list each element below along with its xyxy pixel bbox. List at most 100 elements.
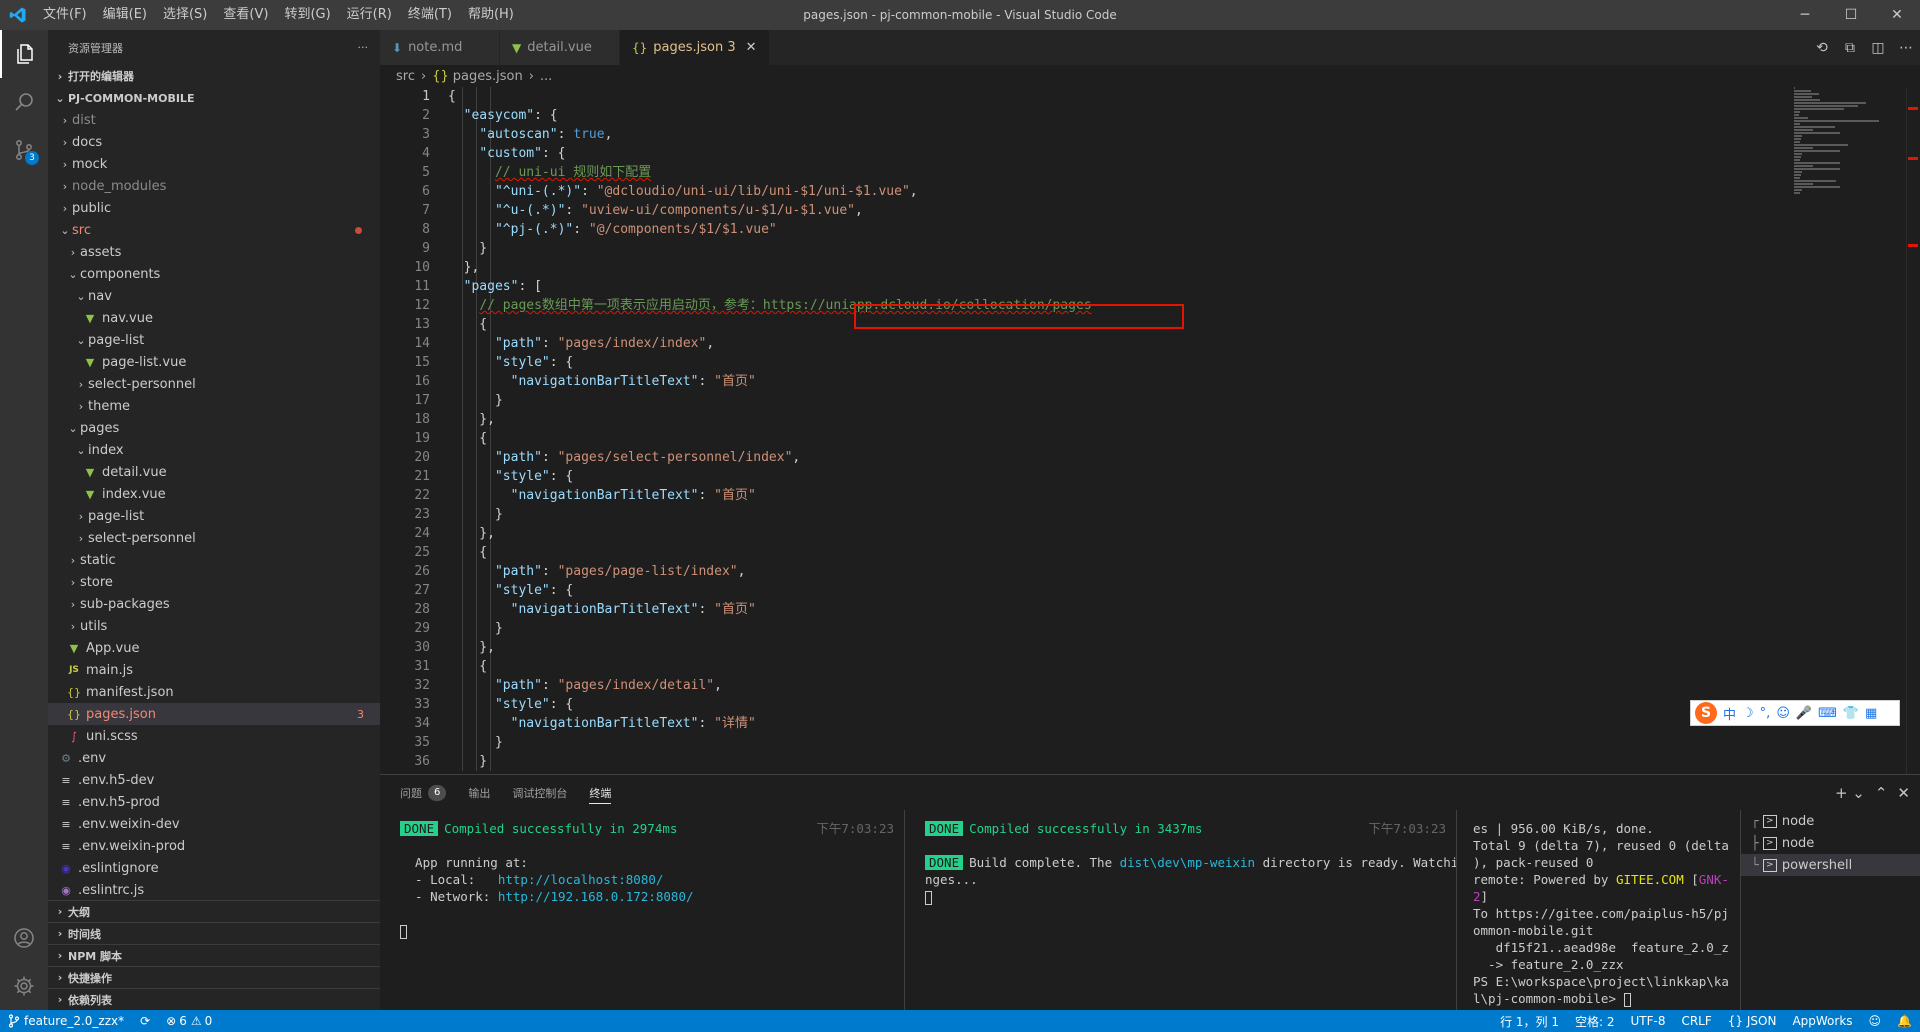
code-line[interactable]: "style": {: [448, 467, 1790, 486]
code-line[interactable]: "navigationBarTitleText": "首页": [448, 372, 1790, 391]
code-line[interactable]: {: [448, 657, 1790, 676]
explorer-activity[interactable]: [0, 30, 48, 78]
tree-folder[interactable]: › assets: [48, 241, 380, 263]
sidebar-section[interactable]: › 时间线: [48, 922, 380, 944]
tree-folder[interactable]: ⌄ nav: [48, 285, 380, 307]
tab-problems[interactable]: 问题 6: [400, 775, 447, 810]
tree-folder[interactable]: › mock: [48, 153, 380, 175]
tree-file[interactable]: {} pages.json 3: [48, 703, 380, 725]
code-line[interactable]: "easycom": {: [448, 106, 1790, 125]
code-line[interactable]: {: [448, 87, 1790, 106]
local-url-link[interactable]: http://localhost:8080/: [498, 872, 664, 887]
tree-file[interactable]: ≡ .env.weixin-dev: [48, 813, 380, 835]
source-control-activity[interactable]: 3: [0, 126, 48, 174]
code-line[interactable]: "^uni-(.*)": "@dcloudio/uni-ui/lib/uni-$…: [448, 182, 1790, 201]
close-panel-button[interactable]: ✕: [1897, 784, 1910, 802]
notifications-bell-icon[interactable]: 🔔: [1889, 1010, 1920, 1032]
terminal-list-item[interactable]: ├ > node: [1741, 832, 1920, 854]
terminal-list-item[interactable]: ┌ > node: [1741, 810, 1920, 832]
search-activity[interactable]: [0, 78, 48, 126]
code-area[interactable]: { "easycom": { "autoscan": true, "custom…: [448, 87, 1790, 771]
menu-item[interactable]: 文件(F): [35, 0, 95, 30]
more-actions-icon[interactable]: ⋯: [1892, 40, 1920, 56]
menu-item[interactable]: 转到(G): [276, 0, 338, 30]
code-line[interactable]: "style": {: [448, 581, 1790, 600]
code-line[interactable]: "path": "pages/index/detail",: [448, 676, 1790, 695]
tree-file[interactable]: ▼ index.vue: [48, 483, 380, 505]
code-line[interactable]: }: [448, 733, 1790, 752]
sogou-logo-icon[interactable]: S: [1695, 702, 1717, 724]
tree-folder[interactable]: ⌄ index: [48, 439, 380, 461]
indentation[interactable]: 空格: 2: [1567, 1010, 1623, 1032]
accounts-activity[interactable]: [0, 914, 48, 962]
tree-folder[interactable]: › static: [48, 549, 380, 571]
close-window-button[interactable]: ✕: [1874, 0, 1920, 30]
tree-folder[interactable]: ⌄ pages: [48, 417, 380, 439]
close-icon[interactable]: ✕: [746, 40, 757, 55]
tree-folder[interactable]: › utils: [48, 615, 380, 637]
tree-file[interactable]: ▼ nav.vue: [48, 307, 380, 329]
tree-folder[interactable]: › store: [48, 571, 380, 593]
terminal-list-item[interactable]: └ > powershell: [1741, 854, 1920, 876]
menu-item[interactable]: 编辑(E): [95, 0, 155, 30]
maximize-panel-button[interactable]: ⌃: [1875, 784, 1888, 802]
tree-file[interactable]: ∫ uni.scss: [48, 725, 380, 747]
open-editors-section[interactable]: › 打开的编辑器: [48, 65, 380, 87]
menu-item[interactable]: 帮助(H): [460, 0, 522, 30]
tree-folder[interactable]: › select-personnel: [48, 373, 380, 395]
tree-file[interactable]: JS main.js: [48, 659, 380, 681]
network-url-link[interactable]: http://192.168.0.172:8080/: [498, 889, 694, 904]
emoji-icon[interactable]: ☺: [1776, 706, 1790, 721]
sidebar-section[interactable]: › 依赖列表: [48, 988, 380, 1010]
terminal-pane-3[interactable]: es | 956.00 KiB/s, done. Total 9 (delta …: [1473, 810, 1729, 1011]
toolbox-icon[interactable]: ▦: [1865, 706, 1877, 721]
microphone-icon[interactable]: 🎤: [1796, 706, 1812, 721]
tab-debug-console[interactable]: 调试控制台: [512, 775, 567, 810]
tree-folder[interactable]: › docs: [48, 131, 380, 153]
manage-activity[interactable]: [0, 962, 48, 1010]
sidebar-section[interactable]: › NPM 脚本: [48, 944, 380, 966]
tree-folder[interactable]: › theme: [48, 395, 380, 417]
code-editor[interactable]: 1 2 3 4 5 6 7 8 9 10 11 12 13 14 15 16 17 18 19 20 21 22 23 24 2…: [380, 87, 1920, 774]
code-line[interactable]: }: [448, 752, 1790, 771]
project-section[interactable]: ⌄ PJ-COMMON-MOBILE: [48, 87, 380, 109]
tree-folder[interactable]: › sub-packages: [48, 593, 380, 615]
menu-item[interactable]: 终端(T): [400, 0, 460, 30]
menu-item[interactable]: 选择(S): [155, 0, 215, 30]
moon-icon[interactable]: ☽: [1742, 706, 1754, 721]
open-changes-icon[interactable]: ⧉: [1836, 40, 1864, 56]
code-line[interactable]: },: [448, 524, 1790, 543]
code-line[interactable]: },: [448, 258, 1790, 277]
minimize-button[interactable]: ─: [1782, 0, 1828, 30]
menu-item[interactable]: 查看(V): [215, 0, 276, 30]
tree-folder[interactable]: › select-personnel: [48, 527, 380, 549]
code-line[interactable]: }: [448, 391, 1790, 410]
tree-file[interactable]: ◉ .eslintignore: [48, 857, 380, 879]
tree-file[interactable]: ≡ .env.h5-prod: [48, 791, 380, 813]
problems-status[interactable]: ⊗ 6 ⚠ 0: [158, 1010, 220, 1032]
maximize-button[interactable]: ☐: [1828, 0, 1874, 30]
code-line[interactable]: "^pj-(.*)": "@/components/$1/$1.vue": [448, 220, 1790, 239]
code-line[interactable]: "navigationBarTitleText": "首页": [448, 486, 1790, 505]
explorer-more-button[interactable]: ···: [358, 41, 369, 54]
tab-terminal[interactable]: 终端: [589, 775, 612, 810]
skin-icon[interactable]: 👕: [1843, 706, 1859, 721]
code-line[interactable]: {: [448, 543, 1790, 562]
menu-item[interactable]: 运行(R): [339, 0, 400, 30]
code-line[interactable]: "custom": {: [448, 144, 1790, 163]
tree-folder[interactable]: ⌄ components: [48, 263, 380, 285]
code-line[interactable]: "navigationBarTitleText": "首页": [448, 600, 1790, 619]
terminal-pane-2[interactable]: DONE Compiled successfully in 3437ms 下午7:0…: [925, 810, 1457, 1011]
feedback-icon[interactable]: ☺: [1861, 1010, 1890, 1032]
code-line[interactable]: "style": {: [448, 695, 1790, 714]
code-line[interactable]: }: [448, 619, 1790, 638]
code-line[interactable]: "pages": [: [448, 277, 1790, 296]
language-mode[interactable]: {} JSON: [1720, 1010, 1785, 1032]
tree-folder[interactable]: ⌄ page-list: [48, 329, 380, 351]
editor-scrollbar[interactable]: [1906, 87, 1920, 774]
end-of-line[interactable]: CRLF: [1673, 1010, 1719, 1032]
tab-detail-vue[interactable]: ▼ detail.vue: [500, 30, 620, 65]
new-terminal-button[interactable]: + ⌄: [1835, 784, 1865, 802]
code-line[interactable]: "autoscan": true,: [448, 125, 1790, 144]
code-line[interactable]: }: [448, 239, 1790, 258]
